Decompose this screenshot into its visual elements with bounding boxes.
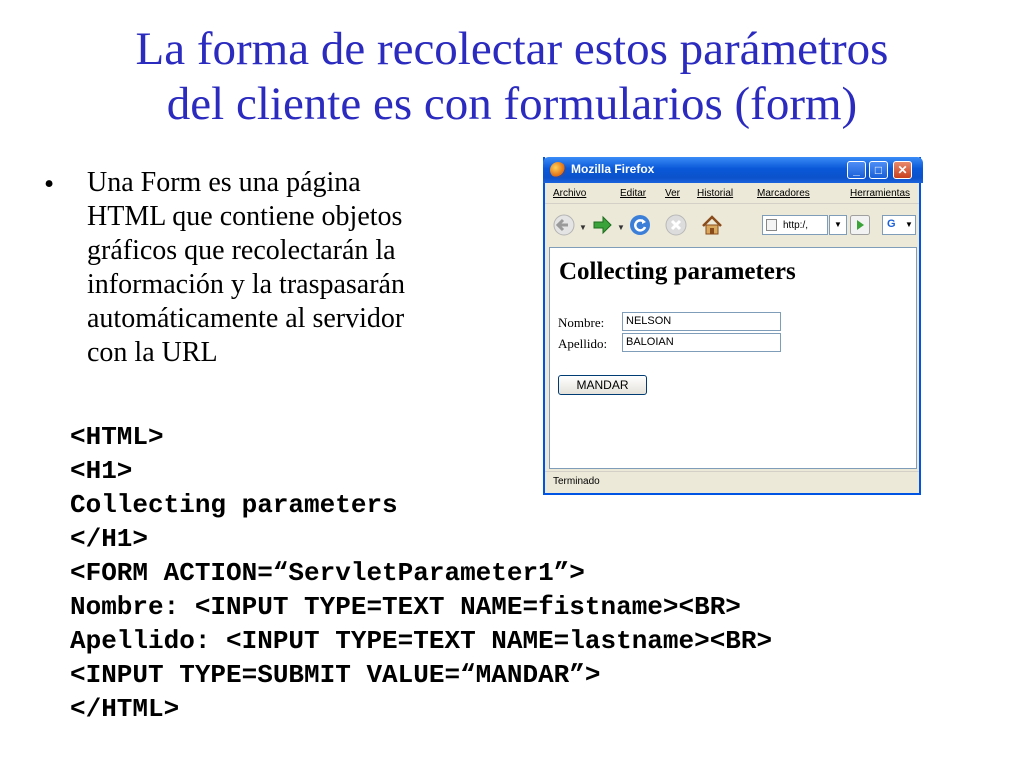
close-button[interactable]: ✕ bbox=[893, 161, 912, 179]
firefox-logo-icon bbox=[550, 162, 566, 178]
status-bar: Terminado bbox=[545, 471, 919, 494]
bullet-line: con la URL bbox=[87, 337, 218, 368]
page-heading: Collecting parameters bbox=[559, 258, 796, 285]
bullet-text: Una Form es una página HTML que contiene… bbox=[87, 166, 497, 370]
code-line: </HTML> bbox=[70, 694, 180, 724]
home-icon[interactable] bbox=[701, 214, 723, 236]
code-line: <FORM ACTION=“ServletParameter1”> bbox=[70, 558, 585, 588]
menu-historial[interactable]: Historial bbox=[697, 188, 733, 199]
bullet-marker: • bbox=[44, 168, 55, 200]
mandar-button[interactable]: MANDAR bbox=[558, 375, 647, 395]
nombre-label: Nombre: bbox=[558, 315, 605, 330]
forward-dropdown-icon[interactable]: ▼ bbox=[617, 223, 625, 232]
search-engine-dropdown-icon[interactable]: ▼ bbox=[905, 220, 913, 229]
status-text: Terminado bbox=[553, 476, 600, 487]
url-dropdown-icon[interactable]: ▼ bbox=[829, 215, 847, 235]
url-bar[interactable]: http:/, bbox=[762, 215, 828, 235]
maximize-button[interactable]: □ bbox=[869, 161, 888, 179]
slide-title-line-2: del cliente es con formularios (form) bbox=[166, 78, 858, 130]
firefox-window: Mozilla Firefox _ □ ✕ Archivo Editar Ver… bbox=[543, 157, 923, 495]
apellido-label: Apellido: bbox=[558, 336, 608, 351]
code-line: Apellido: <INPUT TYPE=TEXT NAME=lastname… bbox=[70, 626, 773, 656]
menu-archivo[interactable]: Archivo bbox=[553, 188, 586, 199]
stop-icon[interactable] bbox=[665, 214, 687, 236]
google-icon: G bbox=[887, 218, 896, 230]
back-dropdown-icon[interactable]: ▼ bbox=[579, 223, 587, 232]
url-text: http:/, bbox=[783, 220, 809, 231]
menu-herramientas[interactable]: Herramientas bbox=[850, 188, 910, 199]
menu-bar: Archivo Editar Ver Historial Marcadores … bbox=[545, 183, 919, 203]
page-icon bbox=[766, 219, 777, 231]
menu-ver[interactable]: Ver bbox=[665, 188, 680, 199]
back-icon[interactable] bbox=[553, 214, 575, 236]
go-icon[interactable] bbox=[850, 215, 870, 235]
slide-title-line-1: La forma de recolectar estos parámetros bbox=[135, 23, 889, 75]
menu-editar[interactable]: Editar bbox=[620, 188, 646, 199]
menu-marcadores[interactable]: Marcadores bbox=[757, 188, 810, 199]
bullet-line: HTML que contiene objetos bbox=[87, 201, 403, 232]
bullet-line: Una Form es una página bbox=[87, 167, 361, 198]
reload-icon[interactable] bbox=[629, 214, 651, 236]
slide-title: La forma de recolectar estos parámetros … bbox=[0, 22, 1024, 132]
bullet-line: gráficos que recolectarán la bbox=[87, 235, 396, 266]
window-title: Mozilla Firefox bbox=[571, 162, 655, 176]
minimize-button[interactable]: _ bbox=[847, 161, 866, 179]
bullet-line: automáticamente al servidor bbox=[87, 303, 405, 334]
navigation-toolbar: ▼ ▼ http:/, ▼ G ▼ bbox=[545, 203, 919, 246]
bullet-line: información y la traspasarán bbox=[87, 269, 405, 300]
code-line: Nombre: <INPUT TYPE=TEXT NAME=fistname><… bbox=[70, 592, 741, 622]
apellido-input[interactable]: BALOIAN bbox=[622, 333, 781, 352]
page-content: Collecting parameters Nombre: NELSON Ape… bbox=[549, 247, 917, 469]
search-engine-box[interactable]: G ▼ bbox=[882, 215, 916, 235]
forward-icon[interactable] bbox=[591, 214, 613, 236]
code-line: <INPUT TYPE=SUBMIT VALUE=“MANDAR”> bbox=[70, 660, 601, 690]
title-bar[interactable]: Mozilla Firefox _ □ ✕ bbox=[543, 157, 923, 183]
nombre-input[interactable]: NELSON bbox=[622, 312, 781, 331]
code-line: </H1> bbox=[70, 524, 149, 554]
